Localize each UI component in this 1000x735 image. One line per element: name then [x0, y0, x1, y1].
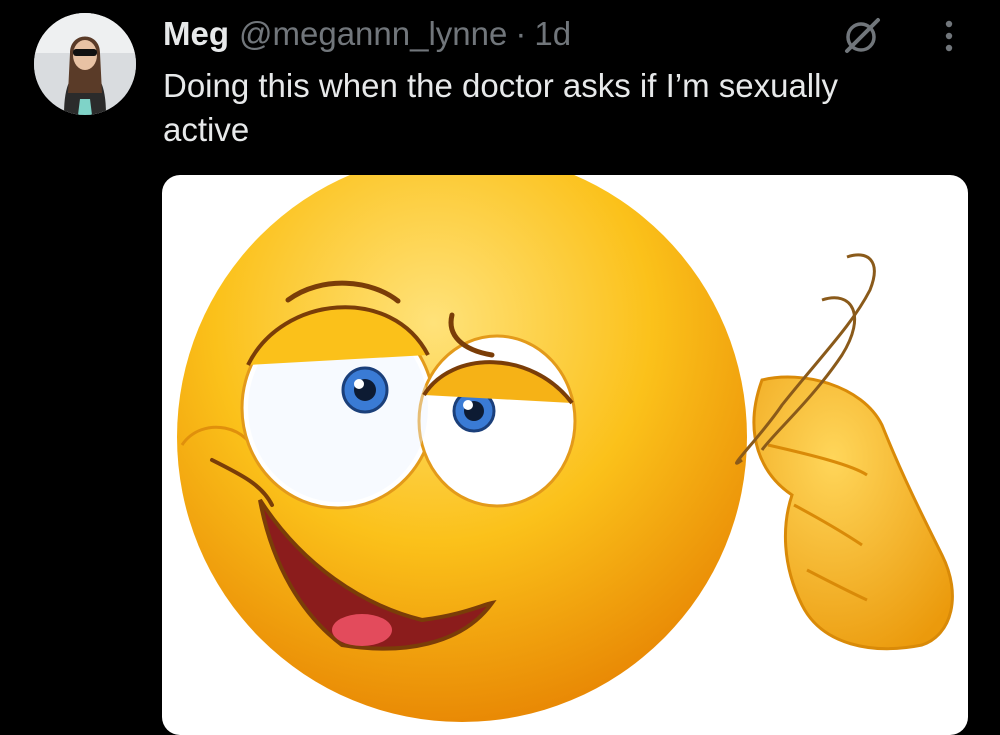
- grok-button[interactable]: [838, 12, 886, 60]
- tweet-header: Meg @megannn_lynne · 1d: [163, 10, 571, 58]
- more-vertical-icon: [945, 20, 953, 52]
- author-handle[interactable]: @megannn_lynne: [239, 15, 507, 53]
- thinking-emoji-image: [177, 175, 954, 722]
- tweet-text: Doing this when the doctor asks if I’m s…: [163, 67, 838, 148]
- more-options-button[interactable]: [925, 12, 973, 60]
- author-avatar[interactable]: [34, 13, 136, 115]
- author-name[interactable]: Meg: [163, 15, 229, 53]
- tweet-media-image[interactable]: [162, 175, 968, 735]
- separator-dot: ·: [515, 15, 527, 52]
- grok-icon: [845, 18, 880, 53]
- avatar-photo: [34, 13, 136, 115]
- tweet-timestamp[interactable]: 1d: [534, 15, 571, 53]
